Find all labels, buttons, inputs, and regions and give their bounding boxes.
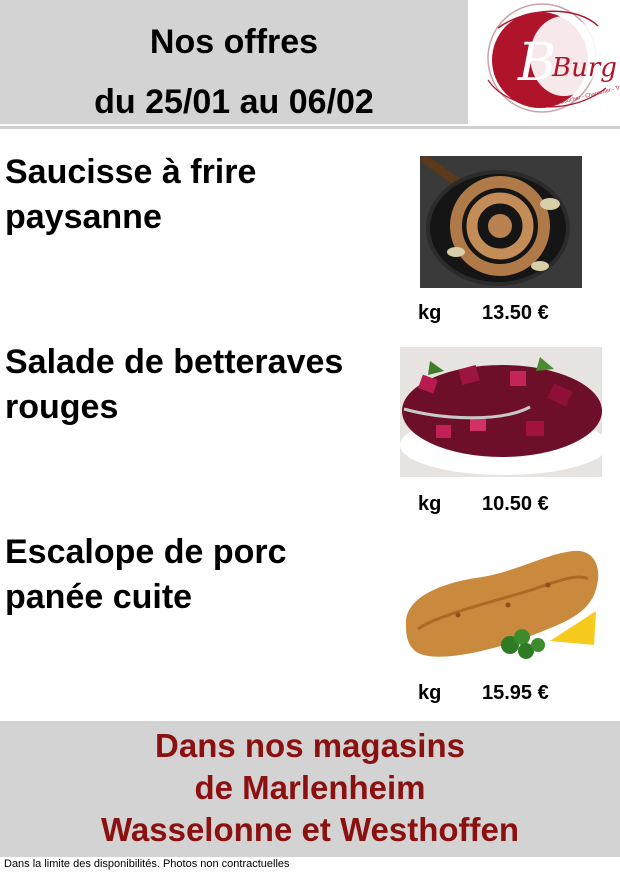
product-photo-saucisse [420, 155, 582, 288]
offer-dates: du 25/01 au 06/02 [94, 83, 374, 121]
product-unit: kg [418, 682, 442, 704]
product-name-line1: Salade de betteraves [5, 343, 344, 381]
product-price: 13.50 € [482, 302, 549, 324]
svg-text:B: B [517, 33, 556, 93]
stores-line2: de Marlenheim [194, 769, 426, 806]
product-photo-salade [400, 347, 608, 477]
product-name-line1: Escalope de porc [5, 533, 287, 571]
stores-line3: Wasselonne et Westhoffen [100, 811, 520, 848]
product-name-line2: rouges [5, 388, 119, 426]
product-name-saucisse: Saucisse à frire paysanne [5, 150, 395, 240]
offer-title: Nos offres [149, 23, 319, 61]
burg-logo-graphic: B Burg Maître Boucher - Charcutier - Tra… [487, 3, 620, 113]
product-price: 10.50 € [482, 493, 549, 515]
offer-header: Nos offres du 25/01 au 06/02 [0, 0, 468, 124]
product-name-line2: paysanne [5, 198, 162, 236]
stores-line1: Dans nos magasins [155, 727, 465, 764]
stores-footer: Dans nos magasins de Marlenheim Wasselon… [0, 721, 620, 857]
disclaimer-text: Dans la limite des disponibilités. Photo… [4, 858, 290, 870]
logo-letters: Burg [551, 53, 617, 83]
product-price: 15.95 € [482, 682, 549, 704]
product-unit: kg [418, 302, 442, 324]
product-unit: kg [418, 493, 442, 515]
header-divider [0, 126, 620, 129]
brand-logo: B Burg Maître Boucher - Charcutier - Tra… [468, 0, 620, 124]
product-name-escalope: Escalope de porc panée cuite [5, 530, 395, 620]
product-name-line2: panée cuite [5, 578, 193, 616]
product-name-line1: Saucisse à frire [5, 153, 257, 191]
product-photo-escalope [398, 545, 602, 670]
product-name-salade: Salade de betteraves rouges [5, 340, 395, 430]
